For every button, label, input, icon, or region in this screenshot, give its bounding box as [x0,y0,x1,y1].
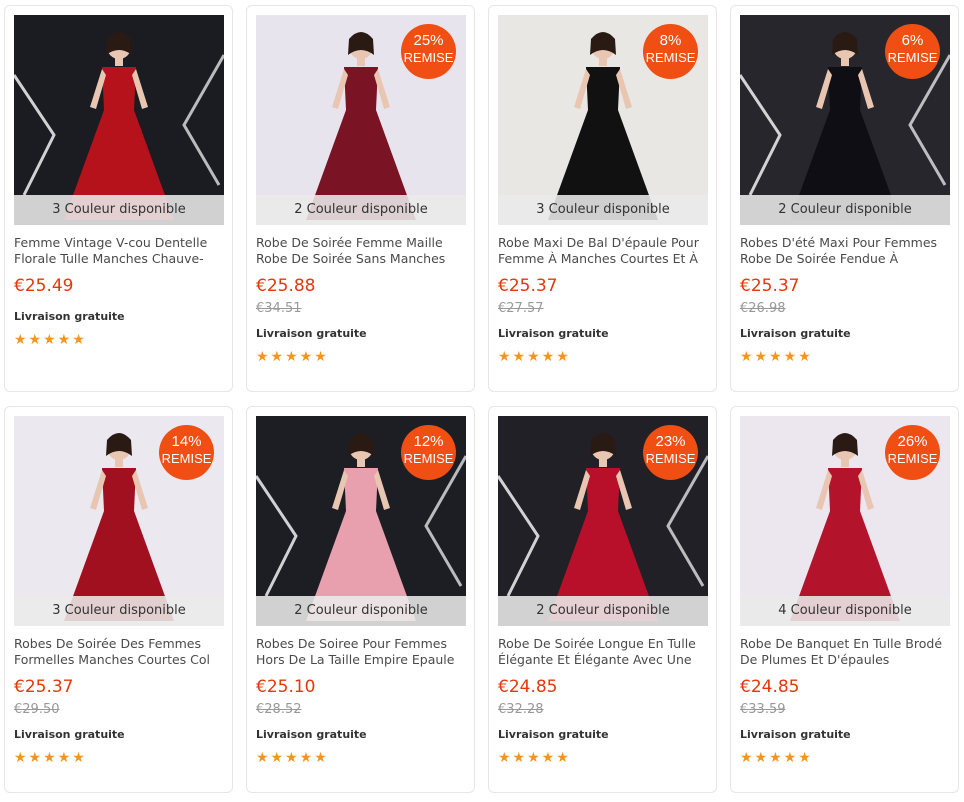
original-price: €29.50 [14,702,60,717]
product-card[interactable]: 4 Couleur disponible 26% REMISE Robe De Ban… [730,406,959,793]
original-price: €33.59 [740,702,786,717]
discount-label: REMISE [403,50,454,65]
product-image[interactable]: 2 Couleur disponible 25% REMISE [256,15,466,225]
original-price: €27.57 [498,301,544,316]
product-title[interactable]: Robes D'été Maxi Pour Femmes Robe De Soi… [740,235,952,269]
product-title[interactable]: Robe De Banquet En Tulle Brodé De Plumes… [740,636,952,670]
product-card[interactable]: 2 Couleur disponible 25% REMISE Robe De Soi… [246,5,475,392]
product-title[interactable]: Robe Maxi De Bal D'épaule Pour Femme À M… [498,235,710,269]
star-rating: ★★★★★ [14,750,87,766]
discount-label: REMISE [403,451,454,466]
discount-percent: 12% [413,433,444,450]
discount-percent: 6% [901,32,924,49]
product-price: €25.10 [256,677,316,697]
discount-badge: 23% REMISE [643,425,698,480]
discount-percent: 23% [655,433,686,450]
free-shipping-label: Livraison gratuite [256,728,367,741]
discount-percent: 14% [171,433,202,450]
star-rating: ★★★★★ [498,750,571,766]
product-image[interactable]: 2 Couleur disponible 6% REMISE [740,15,950,225]
product-title[interactable]: Robes De Soirée Des Femmes Formelles Man… [14,636,226,670]
free-shipping-label: Livraison gratuite [14,728,125,741]
discount-percent: 8% [659,32,682,49]
free-shipping-label: Livraison gratuite [498,327,609,340]
free-shipping-label: Livraison gratuite [740,327,851,340]
product-card[interactable]: 2 Couleur disponible 6% REMISE Robes D'été … [730,5,959,392]
free-shipping-label: Livraison gratuite [256,327,367,340]
product-card[interactable]: 3 Couleur disponible Femme Vintage V-cou … [4,5,233,392]
discount-label: REMISE [645,451,696,466]
product-price: €25.49 [14,276,74,296]
free-shipping-label: Livraison gratuite [740,728,851,741]
product-image[interactable]: 4 Couleur disponible 26% REMISE [740,416,950,626]
product-card[interactable]: 2 Couleur disponible 12% REMISE Robes De So… [246,406,475,793]
discount-percent: 26% [897,433,928,450]
color-availability: 3 Couleur disponible [14,195,224,225]
discount-label: REMISE [645,50,696,65]
product-card[interactable]: 3 Couleur disponible 8% REMISE Robe Maxi De… [488,5,717,392]
star-rating: ★★★★★ [256,750,329,766]
product-title[interactable]: Robe De Soirée Femme Maille Robe De Soir… [256,235,468,269]
color-availability: 2 Couleur disponible [740,195,950,225]
product-price: €25.37 [14,677,74,697]
star-rating: ★★★★★ [14,332,87,348]
star-rating: ★★★★★ [740,750,813,766]
star-rating: ★★★★★ [256,349,329,365]
color-availability: 2 Couleur disponible [498,596,708,626]
product-title[interactable]: Robes De Soiree Pour Femmes Hors De La T… [256,636,468,670]
product-title[interactable]: Robe De Soirée Longue En Tulle Élégante … [498,636,710,670]
discount-label: REMISE [887,451,938,466]
color-availability: 3 Couleur disponible [498,195,708,225]
discount-percent: 25% [413,32,444,49]
free-shipping-label: Livraison gratuite [14,310,125,323]
discount-badge: 6% REMISE [885,24,940,79]
original-price: €34.51 [256,301,302,316]
original-price: €32.28 [498,702,544,717]
product-card[interactable]: 3 Couleur disponible 14% REMISE Robes De So… [4,406,233,793]
original-price: €26.98 [740,301,786,316]
color-availability: 4 Couleur disponible [740,596,950,626]
color-availability: 3 Couleur disponible [14,596,224,626]
product-title[interactable]: Femme Vintage V-cou Dentelle Florale Tul… [14,235,226,269]
product-grid: 3 Couleur disponible Femme Vintage V-cou … [0,0,964,802]
discount-label: REMISE [161,451,212,466]
discount-badge: 12% REMISE [401,425,456,480]
discount-badge: 14% REMISE [159,425,214,480]
star-rating: ★★★★★ [740,349,813,365]
product-card[interactable]: 2 Couleur disponible 23% REMISE Robe De Soi… [488,406,717,793]
product-image[interactable]: 2 Couleur disponible 23% REMISE [498,416,708,626]
product-image[interactable]: 3 Couleur disponible 14% REMISE [14,416,224,626]
discount-badge: 26% REMISE [885,425,940,480]
discount-badge: 8% REMISE [643,24,698,79]
product-price: €25.37 [740,276,800,296]
product-price: €24.85 [740,677,800,697]
product-price: €25.37 [498,276,558,296]
discount-label: REMISE [887,50,938,65]
discount-badge: 25% REMISE [401,24,456,79]
product-image[interactable]: 3 Couleur disponible 8% REMISE [498,15,708,225]
product-price: €25.88 [256,276,316,296]
color-availability: 2 Couleur disponible [256,596,466,626]
product-image[interactable]: 3 Couleur disponible [14,15,224,225]
free-shipping-label: Livraison gratuite [498,728,609,741]
star-rating: ★★★★★ [498,349,571,365]
product-price: €24.85 [498,677,558,697]
product-image[interactable]: 2 Couleur disponible 12% REMISE [256,416,466,626]
color-availability: 2 Couleur disponible [256,195,466,225]
original-price: €28.52 [256,702,302,717]
